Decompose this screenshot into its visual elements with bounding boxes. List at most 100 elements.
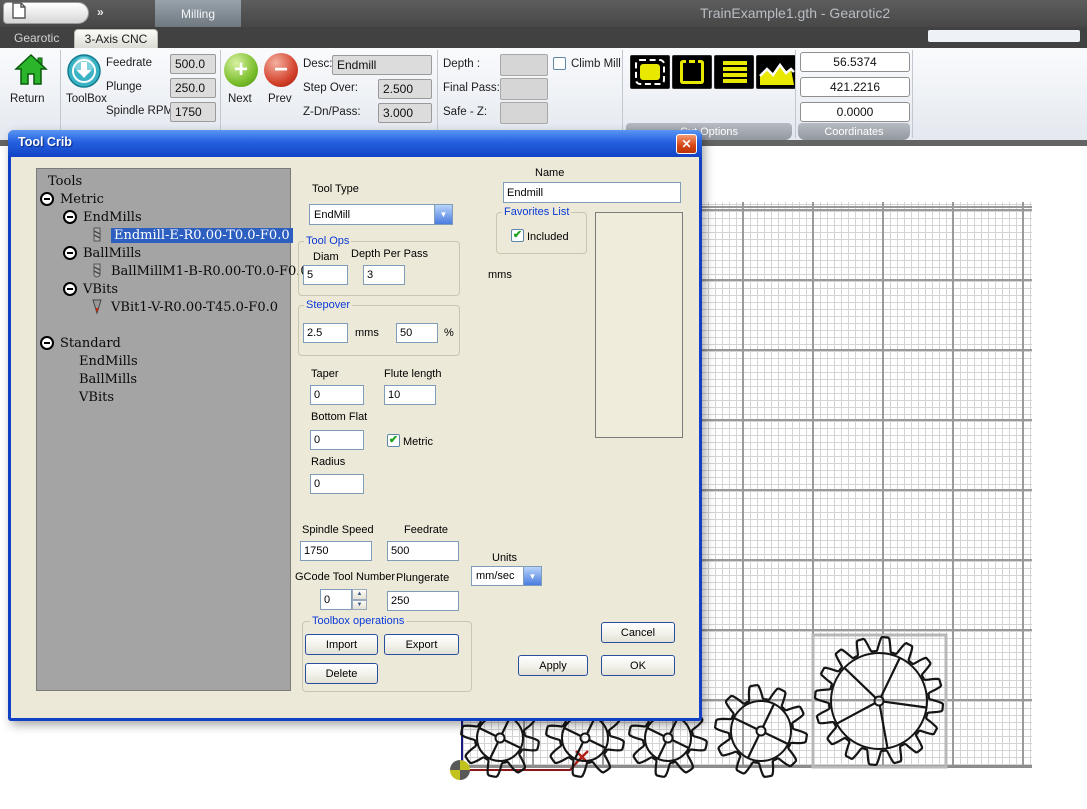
- tree-item-endmill[interactable]: Endmill-E-R0.00-T0.0-F0.0: [37, 227, 290, 245]
- spinner-up-icon[interactable]: ▲: [352, 589, 367, 600]
- climb-mill-label: Climb Mill: [571, 58, 621, 70]
- collapse-icon[interactable]: [63, 282, 77, 296]
- tree-node-ballmills[interactable]: BallMills: [37, 245, 290, 263]
- tree-node-vbits[interactable]: VBits: [37, 281, 290, 299]
- tab-milling[interactable]: Milling: [155, 0, 241, 27]
- cut-outline-filled-button[interactable]: [630, 55, 670, 89]
- relief-carve-button[interactable]: [756, 55, 796, 89]
- gcode-tool-number-label: GCode Tool Number: [295, 571, 395, 583]
- tree-label[interactable]: Standard: [60, 336, 121, 351]
- taper-input[interactable]: [310, 385, 364, 405]
- climb-mill-checkbox[interactable]: [553, 57, 566, 70]
- tool-type-value: EndMill: [310, 209, 434, 221]
- units-dropdown[interactable]: mm/sec ▼: [471, 566, 542, 586]
- gcode-spinner[interactable]: ▲▼: [352, 589, 367, 610]
- desc-field[interactable]: [332, 55, 432, 75]
- tool-type-dropdown[interactable]: EndMill ▼: [309, 204, 453, 225]
- units-value: mm/sec: [472, 570, 523, 582]
- spindle-rpm-field[interactable]: [170, 102, 216, 122]
- gcode-tool-number-input[interactable]: [320, 589, 352, 610]
- close-button[interactable]: ✕: [676, 134, 697, 154]
- plungerate-input[interactable]: [387, 591, 459, 611]
- tree-label[interactable]: BallMills: [83, 246, 141, 261]
- toolbox-label: ToolBox: [66, 93, 107, 105]
- diam-input[interactable]: [303, 265, 348, 285]
- tree-item-ballmill[interactable]: BallMillM1-B-R0.00-T0.0-F0.0: [37, 263, 290, 281]
- ok-button[interactable]: OK: [601, 655, 675, 676]
- stepover-mm-input[interactable]: [303, 323, 348, 343]
- prev-tool-button[interactable]: −: [264, 53, 298, 87]
- toolbar-separator: [437, 50, 438, 138]
- new-document-button[interactable]: [3, 2, 89, 24]
- collapse-icon[interactable]: [40, 192, 54, 206]
- next-tool-button[interactable]: +: [224, 53, 258, 87]
- collapse-icon[interactable]: [40, 336, 54, 350]
- radius-input[interactable]: [310, 474, 364, 494]
- feedrate-input[interactable]: [387, 541, 459, 561]
- collapse-icon[interactable]: [63, 246, 77, 260]
- bottom-flat-input[interactable]: [310, 430, 364, 450]
- collapse-icon[interactable]: [63, 210, 77, 224]
- final-pass-field[interactable]: [500, 78, 548, 100]
- document-icon: [12, 2, 26, 24]
- mms-unit-label: mms: [355, 327, 379, 339]
- flute-length-input[interactable]: [384, 385, 436, 405]
- chevron-down-icon[interactable]: ▼: [523, 567, 541, 585]
- pocket-lines-icon: [715, 77, 755, 94]
- tree-node-metric[interactable]: Metric: [37, 191, 290, 209]
- radius-label: Radius: [311, 456, 345, 468]
- tool-tree[interactable]: Tools Metric EndMills Endmill-E-R0.00-T0…: [36, 168, 291, 691]
- next-label: Next: [228, 93, 252, 105]
- import-button[interactable]: Import: [305, 634, 378, 655]
- cancel-button[interactable]: Cancel: [601, 622, 675, 643]
- export-button[interactable]: Export: [384, 634, 459, 655]
- tab-gearotic[interactable]: Gearotic: [14, 31, 59, 45]
- window-titlebar: » Milling TrainExample1.gth - Gearotic2: [0, 0, 1087, 27]
- tree-node-standard[interactable]: Standard: [37, 335, 290, 353]
- stepover-pct-input[interactable]: [396, 323, 438, 343]
- spindle-speed-input[interactable]: [300, 541, 372, 561]
- safe-z-field[interactable]: [500, 102, 548, 124]
- tab-3-axis-cnc[interactable]: 3-Axis CNC: [74, 29, 158, 48]
- coordinate-z-field: [800, 102, 910, 122]
- step-over-field[interactable]: [378, 79, 432, 99]
- check-icon: ✔: [513, 230, 522, 241]
- feedrate-field[interactable]: [170, 54, 216, 74]
- favorites-listbox[interactable]: [595, 212, 683, 438]
- tree-label[interactable]: VBits: [79, 390, 114, 405]
- z-dn-pass-field[interactable]: [378, 103, 432, 123]
- depth-field[interactable]: [500, 54, 548, 76]
- name-input[interactable]: [503, 182, 681, 203]
- bottom-flat-label: Bottom Flat: [311, 411, 367, 423]
- outline-region-icon: [680, 60, 704, 84]
- tree-label-selected[interactable]: Endmill-E-R0.00-T0.0-F0.0: [111, 228, 293, 243]
- return-button[interactable]: [14, 53, 48, 87]
- spinner-down-icon[interactable]: ▼: [352, 600, 367, 611]
- apply-button[interactable]: Apply: [518, 655, 588, 676]
- chevron-down-icon[interactable]: ▼: [434, 205, 452, 224]
- plunge-field[interactable]: [170, 78, 216, 98]
- depth-per-pass-input[interactable]: [363, 265, 405, 285]
- tree-label[interactable]: BallMillM1-B-R0.00-T0.0-F0.0: [111, 264, 309, 279]
- tree-label[interactable]: Metric: [60, 192, 104, 207]
- tree-label[interactable]: VBit1-V-R0.00-T45.0-F0.0: [111, 300, 278, 315]
- tree-node-std-endmills[interactable]: EndMills: [37, 353, 290, 371]
- tree-node-endmills[interactable]: EndMills: [37, 209, 290, 227]
- cut-outline-button[interactable]: [672, 55, 712, 89]
- metric-checkbox[interactable]: ✔: [387, 434, 400, 447]
- tree-label[interactable]: BallMills: [79, 372, 137, 387]
- tree-root-label: Tools: [48, 174, 82, 189]
- tree-label[interactable]: EndMills: [83, 210, 142, 225]
- tool-type-label: Tool Type: [312, 183, 359, 195]
- included-checkbox[interactable]: ✔: [511, 229, 524, 242]
- cut-pocket-button[interactable]: [714, 55, 754, 89]
- overflow-chevron[interactable]: »: [97, 5, 104, 19]
- tree-node-std-ballmills[interactable]: BallMills: [37, 371, 290, 389]
- dialog-titlebar[interactable]: Tool Crib ✕: [8, 130, 702, 157]
- tree-label[interactable]: EndMills: [79, 354, 138, 369]
- delete-button[interactable]: Delete: [305, 663, 378, 684]
- tree-node-std-vbits[interactable]: VBits: [37, 389, 290, 407]
- tree-item-vbit[interactable]: VBit1-V-R0.00-T45.0-F0.0: [37, 299, 290, 317]
- tree-label[interactable]: VBits: [83, 282, 118, 297]
- toolbox-button[interactable]: [66, 53, 102, 89]
